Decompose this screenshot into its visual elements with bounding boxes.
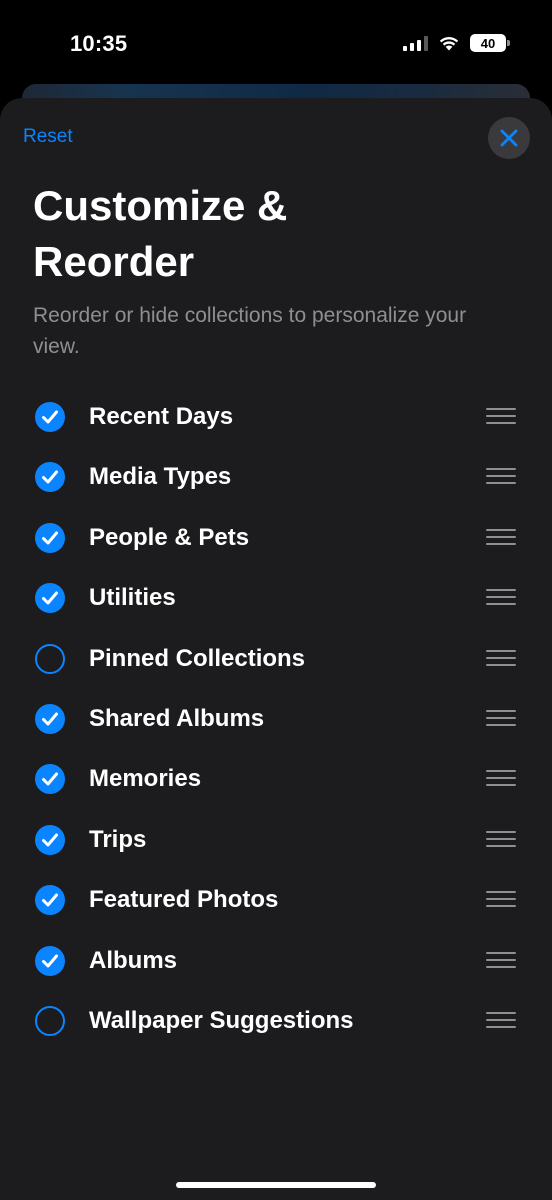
drag-handle-icon[interactable]: [486, 1011, 516, 1030]
checkmark-checked-icon[interactable]: [35, 402, 65, 432]
drag-handle-icon[interactable]: [486, 770, 516, 788]
collection-row[interactable]: Shared Albums: [0, 689, 552, 749]
close-button[interactable]: [488, 117, 530, 159]
drag-handle-icon[interactable]: [486, 709, 516, 728]
checkmark-checked-icon[interactable]: [35, 462, 65, 493]
checkmark-checked-icon[interactable]: [35, 522, 65, 553]
home-indicator[interactable]: [176, 1182, 376, 1188]
status-bar: 10:35 40: [0, 0, 552, 90]
checkmark-checked-icon[interactable]: [35, 703, 65, 734]
collection-label: Memories: [89, 765, 202, 793]
customize-sheet: Reset Customize & Reorder Reorder or hid…: [0, 98, 552, 1200]
collection-row[interactable]: Albums: [0, 931, 552, 991]
collection-row[interactable]: Memories: [0, 749, 552, 809]
drag-handle-icon[interactable]: [486, 649, 516, 668]
checkmark-unchecked-icon[interactable]: [35, 1005, 65, 1036]
drag-handle-icon[interactable]: [486, 830, 516, 849]
collection-label: Shared Albums: [89, 704, 265, 732]
collection-label: Pinned Collections: [89, 644, 306, 672]
collection-row[interactable]: Trips: [0, 810, 552, 870]
drag-handle-icon[interactable]: [486, 408, 516, 426]
battery-level: 40: [480, 35, 496, 51]
collection-label: Utilities: [89, 584, 176, 612]
collection-row[interactable]: Wallpaper Suggestions: [0, 991, 552, 1051]
drag-handle-icon[interactable]: [486, 589, 516, 607]
battery-icon: 40: [470, 34, 510, 52]
collection-row[interactable]: Pinned Collections: [0, 629, 552, 689]
drag-handle-icon[interactable]: [486, 891, 516, 909]
drag-handle-icon[interactable]: [486, 951, 516, 970]
collection-row[interactable]: Featured Photos: [0, 870, 552, 930]
collection-label: Recent Days: [89, 403, 234, 430]
cellular-signal-icon: [403, 35, 428, 51]
checkmark-unchecked-icon[interactable]: [35, 643, 65, 674]
collection-label: Media Types: [89, 463, 232, 491]
page-title: Customize & Reorder: [33, 182, 288, 285]
drag-handle-icon[interactable]: [486, 468, 516, 486]
reset-button[interactable]: Reset: [23, 126, 73, 148]
checkmark-checked-icon[interactable]: [35, 583, 65, 614]
collection-row[interactable]: Media Types: [0, 447, 552, 507]
collection-label: Featured Photos: [89, 886, 279, 914]
collection-label: Albums: [89, 946, 178, 974]
collection-list: Recent Days Media Types People & Pets Utili…: [0, 387, 552, 1051]
checkmark-checked-icon[interactable]: [35, 764, 65, 795]
collection-row[interactable]: People & Pets: [0, 508, 552, 568]
wifi-icon: [439, 37, 459, 51]
collection-label: Wallpaper Suggestions: [89, 1006, 354, 1034]
status-icons: 40: [403, 34, 510, 52]
checkmark-checked-icon[interactable]: [35, 945, 65, 976]
checkmark-checked-icon[interactable]: [35, 824, 65, 855]
collection-row[interactable]: Utilities: [0, 568, 552, 628]
close-icon: [500, 129, 518, 147]
drag-handle-icon[interactable]: [486, 528, 516, 547]
checkmark-checked-icon[interactable]: [35, 885, 65, 916]
page-subtitle: Reorder or hide collections to personali…: [33, 304, 467, 358]
collection-label: Trips: [89, 825, 147, 853]
collection-row[interactable]: Recent Days: [0, 387, 552, 447]
collection-label: People & Pets: [89, 523, 250, 551]
status-time: 10:35: [70, 31, 128, 56]
